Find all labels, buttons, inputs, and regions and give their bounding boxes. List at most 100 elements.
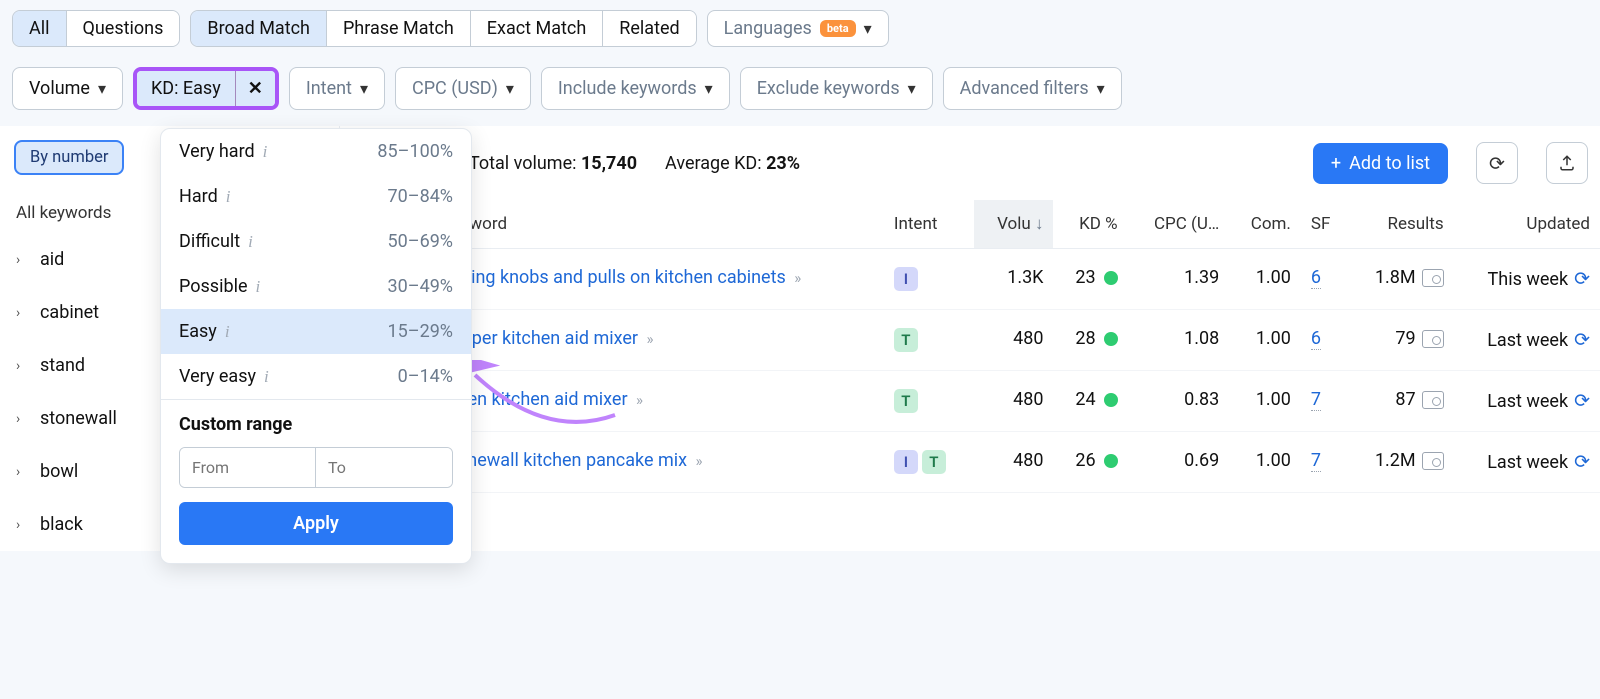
keyword-link[interactable]: mixing knobs and pulls on kitchen cabine…	[442, 267, 801, 288]
col-updated[interactable]: Updated	[1454, 200, 1600, 249]
sf-link[interactable]: 7	[1311, 450, 1321, 472]
cpc-filter[interactable]: CPC (USD) ▾	[395, 67, 531, 110]
kd-option-easy[interactable]: Easyi15–29%	[161, 309, 471, 354]
col-sf[interactable]: SF	[1301, 200, 1348, 249]
intent-badge-i: I	[894, 450, 918, 474]
kd-option-label: Difficult	[179, 231, 240, 252]
keyword-link[interactable]: green kitchen aid mixer »	[442, 389, 643, 410]
kd-difficulty-dot	[1104, 271, 1118, 285]
beta-badge: beta	[820, 20, 856, 37]
kd-option-very-easy[interactable]: Very easyi0–14%	[161, 354, 471, 399]
cell-updated: Last week⟳	[1454, 432, 1600, 493]
col-intent[interactable]: Intent	[884, 200, 975, 249]
cell-results: 1.8M	[1348, 249, 1454, 310]
cell-kd: 23	[1075, 267, 1117, 288]
kd-option-difficult[interactable]: Difficulti50–69%	[161, 219, 471, 264]
kd-dropdown: Very hardi85–100%Hardi70–84%Difficulti50…	[160, 128, 472, 564]
tab-broad-match[interactable]: Broad Match	[191, 11, 327, 46]
refresh-row-icon[interactable]: ⟳	[1574, 450, 1590, 473]
serp-icon[interactable]	[1422, 330, 1444, 348]
chevron-right-icon: ›	[16, 358, 28, 374]
col-volume[interactable]: Volu ↓	[974, 200, 1053, 249]
keywords-table: Keyword Intent Volu ↓ KD % CPC (U… Com. …	[340, 200, 1600, 493]
chevron-right-icon: ›	[16, 305, 28, 321]
cell-kd: 26	[1075, 450, 1117, 471]
chevron-right-icon: ›	[16, 464, 28, 480]
sf-link[interactable]: 6	[1311, 267, 1321, 289]
serp-icon[interactable]	[1422, 452, 1444, 470]
kd-option-range: 30–49%	[388, 276, 453, 297]
serp-icon[interactable]	[1422, 269, 1444, 287]
intent-badge-t: T	[894, 389, 918, 413]
sf-link[interactable]: 6	[1311, 328, 1321, 350]
tab-phrase-match[interactable]: Phrase Match	[327, 11, 471, 46]
kd-filter-label[interactable]: KD: Easy	[137, 71, 236, 106]
cell-cpc: 0.69	[1128, 432, 1230, 493]
cell-cpc: 1.39	[1128, 249, 1230, 310]
kd-option-range: 15–29%	[388, 321, 453, 342]
plus-icon: +	[1331, 153, 1341, 174]
tab-related[interactable]: Related	[603, 11, 695, 46]
cell-com: 1.00	[1229, 249, 1301, 310]
kd-option-possible[interactable]: Possiblei30–49%	[161, 264, 471, 309]
cell-updated: Last week⟳	[1454, 310, 1600, 371]
serp-icon[interactable]	[1422, 391, 1444, 409]
export-icon	[1558, 154, 1576, 172]
tab-questions[interactable]: Questions	[67, 11, 180, 46]
exclude-keywords-filter[interactable]: Exclude keywords ▾	[740, 67, 933, 110]
refresh-row-icon[interactable]: ⟳	[1574, 389, 1590, 412]
chevron-down-icon: ▾	[1097, 79, 1105, 98]
match-type-group-1: All Questions	[12, 10, 180, 47]
col-com[interactable]: Com.	[1229, 200, 1301, 249]
open-icon: »	[636, 391, 643, 409]
total-volume: Total volume: 15,740	[469, 153, 637, 174]
cell-kd: 24	[1075, 389, 1117, 410]
kd-option-range: 70–84%	[388, 186, 453, 207]
col-results[interactable]: Results	[1348, 200, 1454, 249]
languages-dropdown[interactable]: Languages beta ▾	[707, 10, 889, 47]
languages-label: Languages	[724, 18, 812, 39]
include-keywords-filter[interactable]: Include keywords ▾	[541, 67, 730, 110]
table-row: + mixing knobs and pulls on kitchen cabi…	[340, 249, 1600, 310]
tab-all[interactable]: All	[13, 11, 67, 46]
keyword-link[interactable]: stonewall kitchen pancake mix »	[442, 450, 703, 471]
cell-results: 79	[1348, 310, 1454, 371]
table-row: + stonewall kitchen pancake mix » IT 480…	[340, 432, 1600, 493]
intent-filter[interactable]: Intent ▾	[289, 67, 385, 110]
refresh-row-icon[interactable]: ⟳	[1574, 328, 1590, 351]
col-cpc[interactable]: CPC (U…	[1128, 200, 1230, 249]
kd-filter-clear[interactable]: ✕	[236, 71, 275, 106]
chevron-down-icon: ▾	[506, 79, 514, 98]
sf-link[interactable]: 7	[1311, 389, 1321, 411]
cell-volume: 480	[974, 310, 1053, 371]
kd-difficulty-dot	[1104, 332, 1118, 346]
info-icon: i	[248, 232, 253, 252]
cell-volume: 1.3K	[974, 249, 1053, 310]
kd-option-hard[interactable]: Hardi70–84%	[161, 174, 471, 219]
kd-option-label: Easy	[179, 321, 217, 342]
apply-button[interactable]: Apply	[179, 502, 453, 545]
chevron-down-icon: ▾	[98, 79, 106, 98]
col-kd[interactable]: KD %	[1053, 200, 1127, 249]
volume-filter[interactable]: Volume ▾	[12, 67, 123, 110]
kd-difficulty-dot	[1104, 454, 1118, 468]
info-icon: i	[263, 142, 268, 162]
export-button[interactable]	[1546, 142, 1588, 184]
by-number-toggle[interactable]: By number	[14, 140, 124, 175]
cell-kd: 28	[1075, 328, 1117, 349]
advanced-filters[interactable]: Advanced filters ▾	[943, 67, 1122, 110]
kd-option-range: 85–100%	[377, 141, 453, 162]
sidebar-item-label: stand	[40, 355, 85, 376]
kd-option-very-hard[interactable]: Very hardi85–100%	[161, 129, 471, 174]
refresh-button[interactable]: ⟳	[1476, 142, 1518, 184]
custom-range-from[interactable]	[180, 448, 316, 487]
cell-cpc: 1.08	[1128, 310, 1230, 371]
tab-exact-match[interactable]: Exact Match	[471, 11, 603, 46]
col-keyword[interactable]: Keyword	[432, 200, 884, 249]
custom-range-to[interactable]	[316, 448, 452, 487]
refresh-row-icon[interactable]: ⟳	[1574, 267, 1590, 290]
add-to-list-button[interactable]: + Add to list	[1313, 143, 1448, 184]
cell-volume: 480	[974, 371, 1053, 432]
keyword-link[interactable]: copper kitchen aid mixer »	[442, 328, 654, 349]
info-icon: i	[264, 367, 269, 387]
